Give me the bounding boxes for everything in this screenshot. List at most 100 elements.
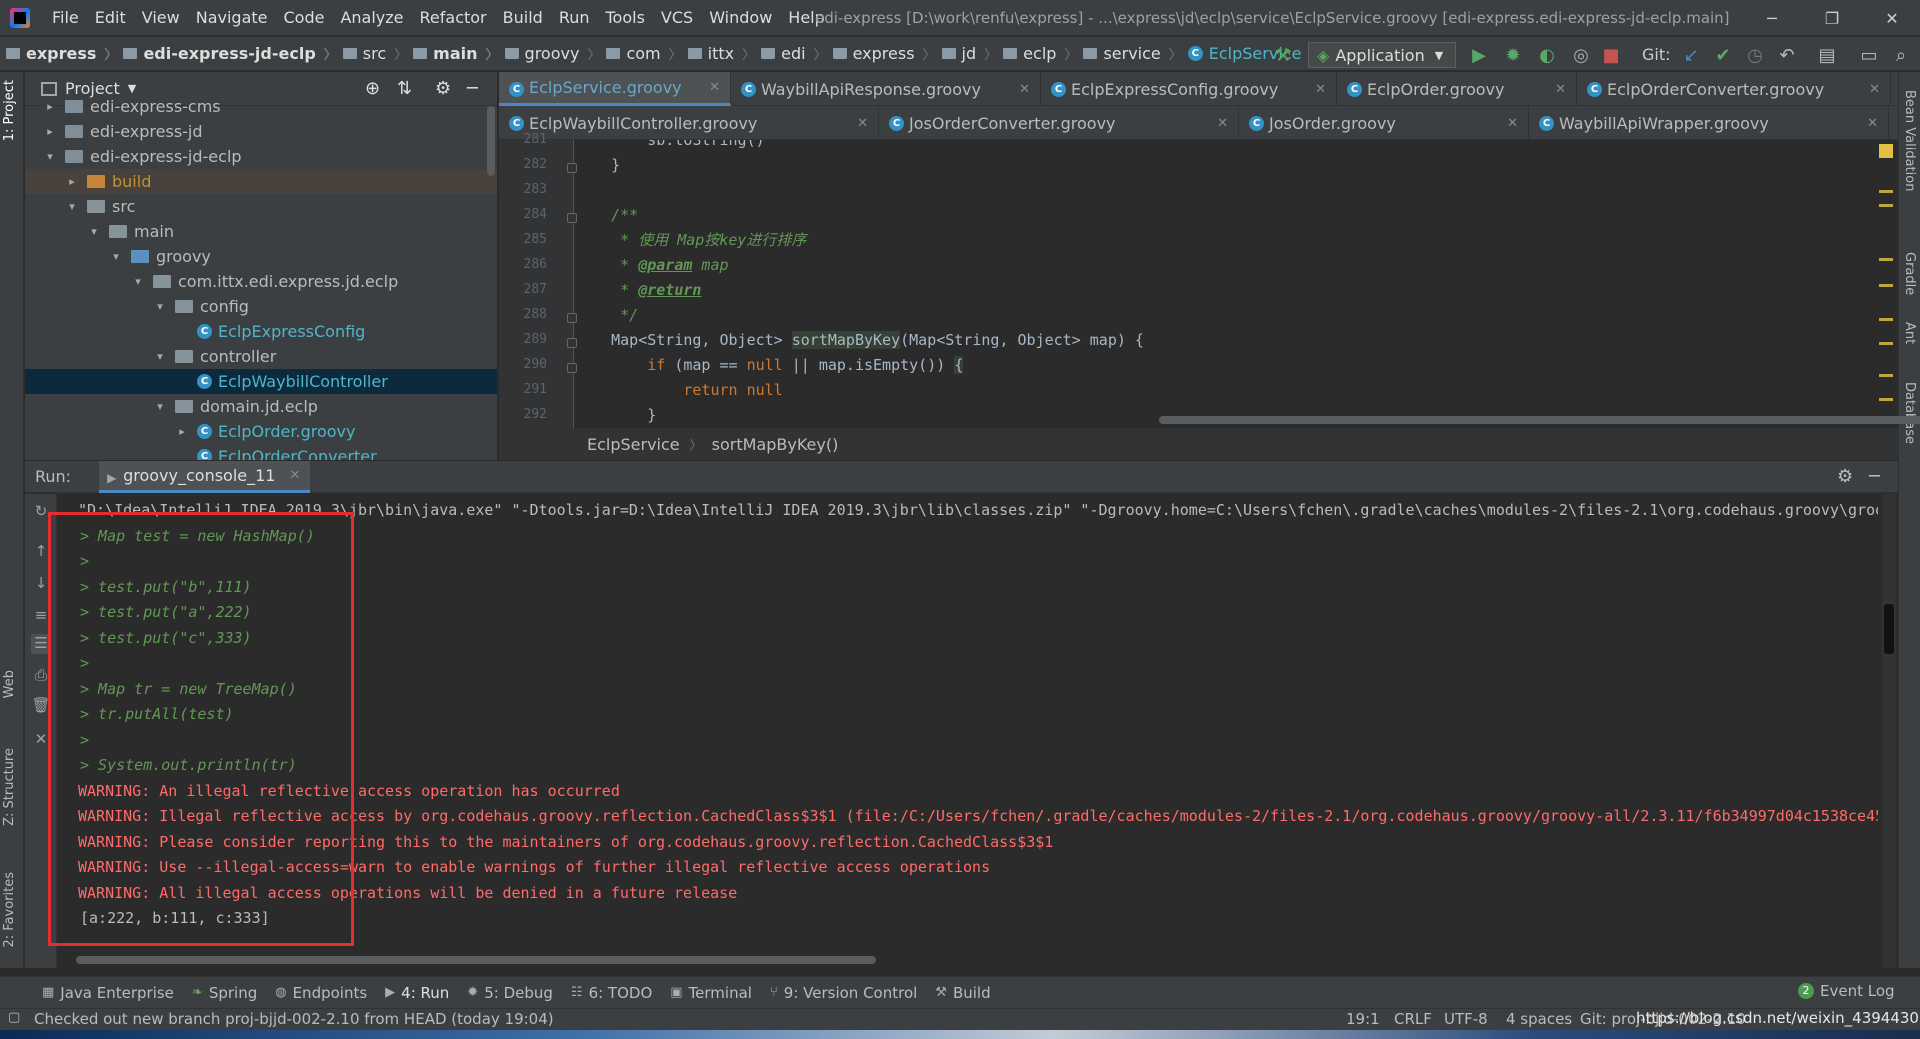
editor-tab[interactable]: C WaybillApiWrapper.groovy ✕ xyxy=(1529,106,1889,140)
tab-version-control[interactable]: ⑂ 9: Version Control xyxy=(770,984,917,1002)
error-stripe-marker[interactable] xyxy=(1879,190,1893,193)
menu-run[interactable]: Run xyxy=(551,0,598,36)
git-update-icon[interactable]: ↙ xyxy=(1680,44,1702,66)
error-stripe-marker[interactable] xyxy=(1879,342,1893,345)
menu-file[interactable]: File xyxy=(44,0,87,36)
close-tab-icon[interactable]: ✕ xyxy=(1555,82,1566,97)
close-tab-icon[interactable]: ✕ xyxy=(1019,82,1030,97)
hide-panel-icon[interactable]: ─ xyxy=(1869,466,1880,487)
tree-scrollbar[interactable] xyxy=(487,106,495,176)
close-tab-icon[interactable]: ✕ xyxy=(1217,116,1228,131)
chevron-right-icon[interactable]: ▸ xyxy=(43,125,57,138)
code-line[interactable]: Map<String, Object> sortMapByKey(Map<Str… xyxy=(575,328,1144,353)
tree-item[interactable]: C EclpOrderConverter xyxy=(25,444,497,460)
breadcrumb-com[interactable]: com 〉 xyxy=(600,44,682,63)
code-line[interactable]: if (map == null || map.isEmpty()) { xyxy=(575,353,964,378)
code-line[interactable]: sb.toString() xyxy=(575,140,764,153)
minimize-icon[interactable]: ─ xyxy=(1744,0,1800,36)
tree-item[interactable]: C EclpExpressConfig xyxy=(25,319,497,344)
editor-tab[interactable]: C EclpOrder.groovy ✕ xyxy=(1337,72,1577,106)
chevron-down-icon[interactable]: ▾ xyxy=(87,225,101,238)
status-toggle-icon[interactable]: ▢ xyxy=(8,1010,20,1025)
breadcrumb-module[interactable]: edi-express-jd-eclp 〉 xyxy=(117,44,337,63)
scroll-thumb[interactable] xyxy=(1884,604,1894,654)
tab-spring[interactable]: ❧ Spring xyxy=(192,984,257,1002)
tree-item[interactable]: ▸ build xyxy=(25,169,497,194)
tree-item[interactable]: C EclpWaybillController xyxy=(25,369,497,394)
chevron-down-icon[interactable]: ▾ xyxy=(153,300,167,313)
editor-tab[interactable]: C EclpWaybillController.groovy ✕ xyxy=(499,106,879,140)
code-line[interactable]: } xyxy=(575,153,620,178)
tree-item[interactable]: ▾ src xyxy=(25,194,497,219)
event-log-button[interactable]: 2 Event Log xyxy=(1798,982,1895,1000)
editor-tab[interactable]: C WaybillApiResponse.groovy ✕ xyxy=(731,72,1041,106)
restore-icon[interactable]: ❐ xyxy=(1804,0,1860,36)
revert-icon[interactable]: ↶ xyxy=(1776,44,1798,66)
tool-window-gradle[interactable]: Gradle xyxy=(1902,252,1917,295)
breadcrumb-jd[interactable]: jd 〉 xyxy=(936,44,997,63)
code-line[interactable]: * 使用 Map按key进行排序 xyxy=(575,228,806,253)
tab-terminal[interactable]: ▣ Terminal xyxy=(670,984,752,1002)
close-tab-icon[interactable]: ✕ xyxy=(1507,116,1518,131)
close-tab-icon[interactable]: ✕ xyxy=(709,80,720,95)
menu-analyze[interactable]: Analyze xyxy=(332,0,411,36)
chevron-right-icon[interactable]: ▸ xyxy=(175,425,189,438)
editor-tab[interactable]: C JosOrderConverter.groovy ✕ xyxy=(879,106,1239,140)
layout-icon[interactable]: ▭ xyxy=(1858,44,1880,66)
breadcrumb-src[interactable]: src 〉 xyxy=(337,44,407,63)
chevron-down-icon[interactable]: ▾ xyxy=(131,275,145,288)
code-line[interactable]: */ xyxy=(575,303,638,328)
console-vertical-scrollbar[interactable] xyxy=(1882,494,1896,968)
tree-item[interactable]: ▸ edi-express-cms xyxy=(25,94,497,119)
profile-icon[interactable]: ◎ xyxy=(1570,44,1592,66)
code-line[interactable]: return null xyxy=(575,378,782,403)
run-icon[interactable]: ▶ xyxy=(1468,44,1490,66)
error-stripe-marker[interactable] xyxy=(1879,318,1893,321)
tab-debug[interactable]: ✹ 5: Debug xyxy=(467,984,553,1002)
tab-todo[interactable]: ☷ 6: TODO xyxy=(571,984,652,1002)
menu-vcs[interactable]: VCS xyxy=(653,0,701,36)
console-horizontal-scrollbar[interactable] xyxy=(76,956,876,964)
caret-position[interactable]: 19:1 xyxy=(1346,1010,1380,1028)
code-line[interactable]: * @param map xyxy=(575,253,728,278)
code-line[interactable]: * @return xyxy=(575,278,701,303)
tab-build[interactable]: ⚒ Build xyxy=(935,984,990,1002)
tool-window-web[interactable]: Web xyxy=(2,670,17,698)
menu-refactor[interactable]: Refactor xyxy=(412,0,495,36)
run-tab-groovy-console[interactable]: ▶ groovy_console_11 ✕ xyxy=(99,460,311,493)
chevron-down-icon[interactable]: ▾ xyxy=(109,250,123,263)
menu-edit[interactable]: Edit xyxy=(87,0,134,36)
breadcrumb-edi[interactable]: edi 〉 xyxy=(755,44,827,63)
stop-icon[interactable]: ■ xyxy=(1600,44,1622,66)
tool-window-project[interactable]: 1: Project xyxy=(2,80,17,141)
close-tab-icon[interactable]: ✕ xyxy=(1869,82,1880,97)
breadcrumb-ittx[interactable]: ittx 〉 xyxy=(682,44,755,63)
build-hammer-icon[interactable]: ⚒ xyxy=(1272,44,1294,66)
editor-tab[interactable]: C EclpExpressConfig.groovy ✕ xyxy=(1041,72,1337,106)
editor-horizontal-scrollbar[interactable] xyxy=(1159,416,1920,424)
menu-tools[interactable]: Tools xyxy=(598,0,653,36)
editor-tab[interactable]: C JosOrder.groovy ✕ xyxy=(1239,106,1529,140)
error-stripe-marker[interactable] xyxy=(1879,144,1893,158)
breadcrumb-method[interactable]: sortMapByKey() xyxy=(712,435,839,454)
error-stripe-marker[interactable] xyxy=(1879,284,1893,287)
tree-item[interactable]: ▾ config xyxy=(25,294,497,319)
tab-run[interactable]: ▶ 4: Run xyxy=(385,984,449,1002)
tree-item[interactable]: ▾ domain.jd.eclp xyxy=(25,394,497,419)
tool-window-structure[interactable]: Z: Structure xyxy=(2,748,17,826)
breadcrumb-main[interactable]: main 〉 xyxy=(407,44,499,63)
close-tab-icon[interactable]: ✕ xyxy=(1867,116,1878,131)
tool-window-ant[interactable]: Ant xyxy=(1902,322,1917,344)
breadcrumb-service[interactable]: service 〉 xyxy=(1077,44,1182,63)
gear-icon[interactable]: ⚙ xyxy=(1837,466,1853,487)
menu-code[interactable]: Code xyxy=(276,0,333,36)
breadcrumb-class[interactable]: EclpService xyxy=(587,435,680,454)
line-separator[interactable]: CRLF xyxy=(1394,1010,1432,1028)
menu-window[interactable]: Window xyxy=(701,0,780,36)
chevron-right-icon[interactable]: ▸ xyxy=(65,175,79,188)
project-structure-icon[interactable]: ▤ xyxy=(1816,44,1838,66)
error-stripe-marker[interactable] xyxy=(1879,374,1893,377)
status-message[interactable]: Checked out new branch proj-bjjd-002-2.1… xyxy=(34,1010,554,1028)
coverage-icon[interactable]: ◐ xyxy=(1536,44,1558,66)
chevron-down-icon[interactable]: ▾ xyxy=(65,200,79,213)
